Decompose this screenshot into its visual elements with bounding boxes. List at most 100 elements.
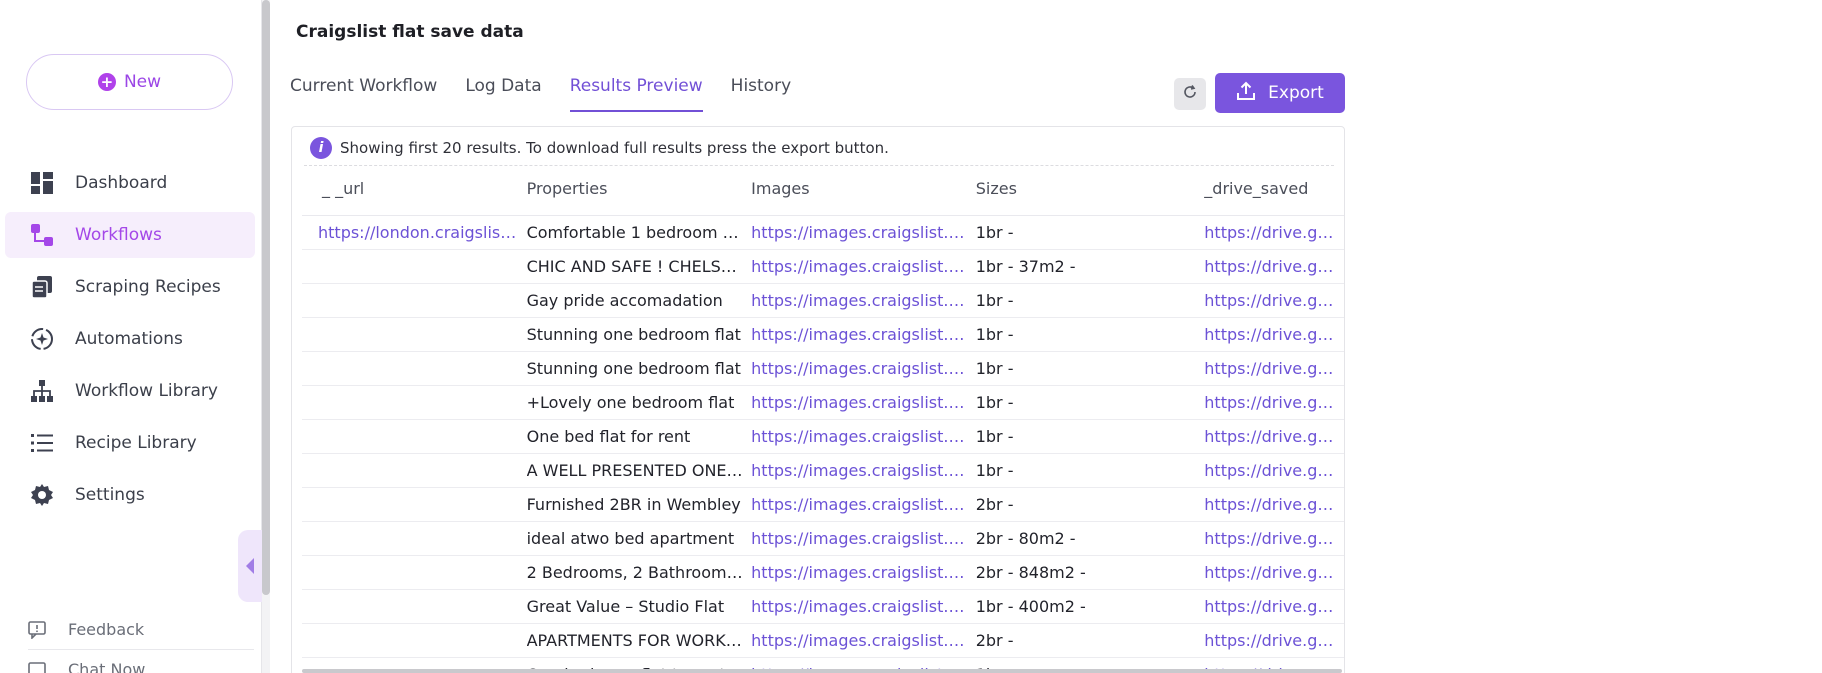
cell-sizes: 1br - <box>975 359 1014 378</box>
tab-current-workflow[interactable]: Current Workflow <box>290 76 437 112</box>
sidebar-item-label: Automations <box>75 329 183 349</box>
cell-sizes: 1br - <box>975 325 1014 344</box>
cell-properties: Stunning one bedroom flat <box>526 359 741 378</box>
sidebar-item-workflow-library[interactable]: Workflow Library <box>5 368 255 414</box>
automations-icon <box>29 326 55 352</box>
table-body: https://london.craigslist.org/apa/d/lond… <box>302 216 1344 673</box>
column-header-drive-saved[interactable]: _drive_saved <box>1200 177 1344 215</box>
tab-history[interactable]: History <box>731 76 791 112</box>
cell-drive-saved[interactable]: https://drive.google.com <box>1200 291 1344 310</box>
info-icon: i <box>310 137 332 159</box>
table-row: APARTMENTS FOR WORKING https://images.cra… <box>302 624 1344 658</box>
cell-sizes: 1br - <box>975 291 1014 310</box>
cell-drive-saved[interactable]: https://drive.google.com <box>1200 495 1344 514</box>
sidebar-item-scraping-recipes[interactable]: Scraping Recipes <box>5 264 255 310</box>
cell-sizes: 2br - <box>975 631 1014 650</box>
gear-icon <box>29 482 55 508</box>
cell-sizes: 2br - <box>975 495 1014 514</box>
new-button-label: New <box>123 72 162 92</box>
cell-images[interactable]: https://images.craigslist.org <box>751 461 976 480</box>
cell-drive-saved[interactable]: https://drive.google.com <box>1200 359 1344 378</box>
cell-sizes: 1br - <box>975 427 1014 446</box>
divider <box>304 165 1334 166</box>
tab-results-preview[interactable]: Results Preview <box>569 76 703 112</box>
cell-drive-saved[interactable]: https://drive.google.com <box>1200 461 1344 480</box>
column-header-properties[interactable]: Properties <box>527 177 752 215</box>
cell-drive-saved[interactable]: https://drive.google.com <box>1200 257 1344 276</box>
cell-images[interactable]: https://images.craigslist.org <box>751 359 976 378</box>
recipe-library-icon <box>29 430 55 456</box>
cell-images[interactable]: https://images.craigslist.org <box>751 291 976 310</box>
cell-images[interactable]: https://images.craigslist.org <box>751 257 976 276</box>
feedback-label: Feedback <box>68 620 145 639</box>
cell-drive-saved[interactable]: https://drive.google.com <box>1200 597 1344 616</box>
refresh-button[interactable] <box>1174 78 1206 110</box>
sidebar-nav: Dashboard Workflows Scraping Recipes Aut… <box>5 160 255 524</box>
column-header-url[interactable]: _ _url <box>302 177 527 215</box>
cell-properties: Great Value – Studio Flat <box>526 597 725 616</box>
cell-images[interactable]: https://images.craigslist.org <box>751 393 976 412</box>
cell-drive-saved[interactable]: https://drive.google.com <box>1200 393 1344 412</box>
cell-images[interactable]: https://images.craigslist.org <box>751 563 976 582</box>
cell-images[interactable]: https://images.craigslist.org <box>751 529 976 548</box>
cell-properties: 2 Bedrooms, 2 Bathrooms flat <box>526 563 752 582</box>
cell-properties: CHIC AND SAFE ! CHELSEA FLAT <box>526 257 752 276</box>
results-info-banner: i Showing first 20 results. To download … <box>310 137 889 159</box>
cell-properties: Gay pride accomadation <box>526 291 723 310</box>
sidebar-scrollbar-thumb[interactable] <box>262 0 270 595</box>
cell-properties: +Lovely one bedroom flat <box>526 393 735 412</box>
tab-bar: Current Workflow Log Data Results Previe… <box>290 76 791 112</box>
export-button[interactable]: Export <box>1215 73 1345 113</box>
plus-circle-icon: + <box>97 73 116 91</box>
cell-images[interactable]: https://images.craigslist.org <box>751 631 976 650</box>
sidebar: + New Dashboard Workflows Scraping Recip… <box>0 0 262 673</box>
cell-drive-saved[interactable]: https://drive.google.com <box>1200 529 1344 548</box>
results-panel: i Showing first 20 results. To download … <box>291 126 1345 673</box>
cell-sizes: 1br - <box>975 393 1014 412</box>
cell-drive-saved[interactable]: https://drive.google.com <box>1200 223 1344 242</box>
export-button-label: Export <box>1268 83 1324 103</box>
cell-images[interactable]: https://images.craigslist.org <box>751 223 976 242</box>
sidebar-item-label: Scraping Recipes <box>75 277 221 297</box>
cell-url[interactable]: https://london.craigslist.org/apa/d/lond… <box>302 223 527 242</box>
dashboard-icon <box>29 170 55 196</box>
tab-log-data[interactable]: Log Data <box>465 76 541 112</box>
cell-properties: A WELL PRESENTED ONE BEDROOM <box>526 461 752 480</box>
workflow-library-icon <box>29 378 55 404</box>
cell-drive-saved[interactable]: https://drive.google.com <box>1200 631 1344 650</box>
cell-sizes: 1br - <box>975 461 1014 480</box>
sidebar-item-label: Settings <box>75 485 145 505</box>
sidebar-collapse-toggle[interactable] <box>238 530 262 602</box>
sidebar-item-automations[interactable]: Automations <box>5 316 255 362</box>
sidebar-item-label: Dashboard <box>75 173 168 193</box>
feedback-link[interactable]: Feedback <box>28 610 254 650</box>
cell-sizes: 1br - <box>975 223 1014 242</box>
cell-drive-saved[interactable]: https://drive.google.com <box>1200 427 1344 446</box>
sidebar-item-settings[interactable]: Settings <box>5 472 255 518</box>
table-row: CHIC AND SAFE ! CHELSEA FLAThttps://imag… <box>302 250 1344 284</box>
column-header-images[interactable]: Images <box>751 177 976 215</box>
new-button[interactable]: + New <box>26 54 233 110</box>
cell-properties: One bed flat for rent <box>526 427 691 446</box>
table-row: ideal atwo bed apartment https://images.c… <box>302 522 1344 556</box>
cell-properties: Comfortable 1 bedroom flat <box>526 223 749 242</box>
cell-images[interactable]: https://images.craigslist.org <box>751 325 976 344</box>
cell-images[interactable]: https://images.craigslist.org <box>751 495 976 514</box>
sidebar-item-dashboard[interactable]: Dashboard <box>5 160 255 206</box>
cell-properties: Furnished 2BR in Wembley <box>526 495 741 514</box>
sidebar-item-workflows[interactable]: Workflows <box>5 212 255 258</box>
sidebar-item-recipe-library[interactable]: Recipe Library <box>5 420 255 466</box>
cell-sizes: 1br - 400m2 - <box>975 597 1086 616</box>
cell-drive-saved[interactable]: https://drive.google.com <box>1200 325 1344 344</box>
table-row: One bed flat for rent https://images.crai… <box>302 420 1344 454</box>
table-row: Furnished 2BR in Wembley https://images.c… <box>302 488 1344 522</box>
column-header-sizes[interactable]: Sizes <box>976 177 1201 215</box>
cell-drive-saved[interactable]: https://drive.google.com <box>1200 563 1344 582</box>
results-info-text: Showing first 20 results. To download fu… <box>340 139 889 157</box>
table-row: Gay pride accomadation https://images.cra… <box>302 284 1344 318</box>
cell-sizes: 2br - 80m2 - <box>975 529 1076 548</box>
table-horizontal-scrollbar[interactable] <box>302 669 1342 673</box>
cell-images[interactable]: https://images.craigslist.org <box>751 427 976 446</box>
chat-now-link[interactable]: Chat Now <box>28 650 254 673</box>
cell-images[interactable]: https://images.craigslist.org <box>751 597 976 616</box>
